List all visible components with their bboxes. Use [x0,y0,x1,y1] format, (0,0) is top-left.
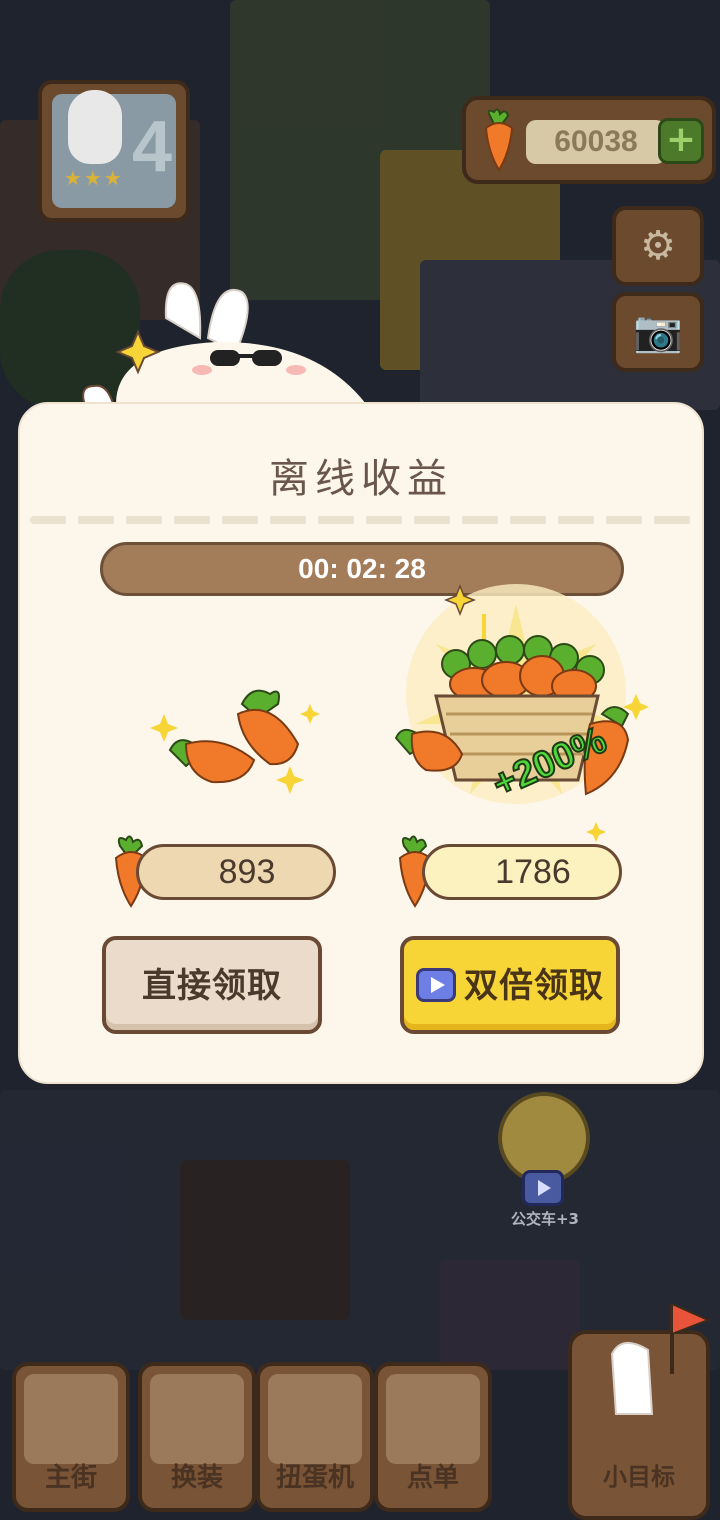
dialog-title: 离线收益 [269,456,453,502]
offline-earnings-dialog: 离线收益 00: 02: 28 +200% 893 1786 直接领取 双倍领取 [18,402,704,1084]
nav-label: 扭蛋机 [275,1463,354,1493]
settings-button[interactable]: ⚙ [612,206,704,286]
carrot-basket-image [394,584,649,842]
claim-button[interactable]: 直接领取 [102,936,322,1034]
add-carrots-button[interactable]: + [658,118,704,164]
bus-bonus-label: 公交车+3 [510,1210,579,1228]
nav-gacha[interactable]: 扭蛋机 [256,1362,374,1512]
goal-flag-icon [610,1302,711,1415]
level-stars: ★★★ [64,166,124,190]
nav-label: 换装 [170,1463,223,1493]
nav-label: 主街 [44,1463,97,1493]
level-number: 4 [131,107,172,187]
double-claim-label: 双倍领取 [464,966,604,1006]
nav-outfit[interactable]: 换装 [138,1362,256,1512]
divider [30,516,692,524]
gacha-machine-icon [268,1374,362,1464]
nav-label: 小目标 [603,1463,675,1491]
carrot-pile-image [150,689,320,794]
carrot-currency-bar: 60038 + [462,96,716,184]
bunny-avatar [68,90,122,164]
outfit-icon [150,1374,244,1464]
map-icon [24,1374,118,1464]
nav-small-goal[interactable]: 小目标 [568,1302,711,1520]
video-play-icon [416,967,456,1002]
gear-icon: ⚙ [640,223,676,269]
bunny-mascot [82,282,366,412]
double-reward-amount: 1786 [422,844,622,900]
nav-label: 点单 [406,1463,459,1493]
nav-main-street[interactable]: 主街 [12,1362,130,1512]
level-badge[interactable]: 4 ★★★ [38,80,190,222]
normal-reward-amount: 893 [136,844,336,900]
camera-icon: 📷 [633,309,683,355]
order-list-icon [386,1374,480,1464]
nav-order[interactable]: 点单 [374,1362,492,1512]
camera-button[interactable]: 📷 [612,292,704,372]
double-claim-button[interactable]: 双倍领取 [400,936,620,1034]
carrot-count: 60038 [526,120,666,164]
video-play-icon[interactable] [522,1170,564,1206]
carrot-icon [484,108,514,172]
